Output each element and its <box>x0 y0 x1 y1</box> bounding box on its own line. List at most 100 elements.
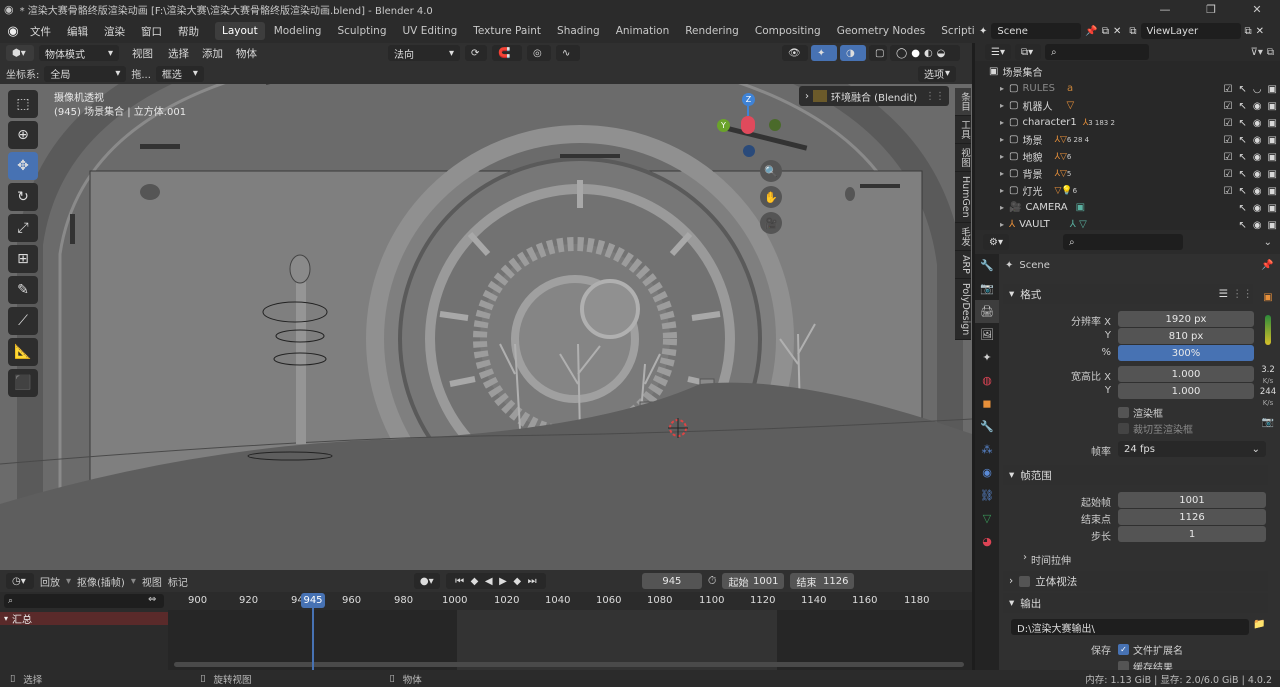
properties-editor-icon[interactable]: ⚙▾ <box>983 234 1009 250</box>
remove-scene-icon[interactable]: ✕ <box>1113 26 1121 37</box>
tab-arp[interactable]: ARP <box>955 251 971 279</box>
record-icon[interactable]: ●▾ <box>413 573 440 589</box>
outliner-root[interactable]: ▣ 场景集合 <box>975 63 1280 80</box>
file-extension-row[interactable]: ✓ 文件扩展名 <box>1118 642 1183 657</box>
tab-animation[interactable]: Animation <box>609 22 677 40</box>
tab-hair[interactable]: 毛发 <box>955 223 971 251</box>
options-dropdown[interactable]: 选项 ▾ <box>918 65 956 82</box>
tab-shading[interactable]: Shading <box>550 22 607 40</box>
wireframe-shading-icon[interactable]: ◯ <box>896 48 907 59</box>
jump-end-icon[interactable]: ⏭ <box>528 576 537 587</box>
playback-menu[interactable]: 回放 <box>40 574 60 589</box>
select-mode-dropdown[interactable]: 框选 ▾ <box>155 65 204 82</box>
environment-panel[interactable]: › 环境融合 (Blendit) ⋮⋮ <box>799 86 949 106</box>
cursor-tool-icon[interactable]: ⊕ <box>8 121 38 149</box>
close-button[interactable]: ✕ <box>1234 3 1280 16</box>
tab-tool[interactable]: 工具 <box>955 116 971 144</box>
xray-icon[interactable]: ▢ <box>869 45 887 61</box>
cache-result-row[interactable]: 缓存结果 <box>1118 659 1173 670</box>
select-cursor-icon[interactable]: ↖ <box>1238 169 1246 180</box>
solid-shading-icon[interactable]: ● <box>911 48 920 59</box>
checkbox-icon[interactable]: ☑ <box>1223 118 1232 129</box>
view-menu[interactable]: 视图 <box>124 46 161 61</box>
new-view-layer-icon[interactable]: ⧉ <box>1245 26 1252 37</box>
playhead-label[interactable]: 945 <box>301 593 325 608</box>
eye-icon[interactable]: ◉ <box>1253 118 1262 129</box>
world-tab-icon[interactable]: ◍ <box>975 369 999 392</box>
play-reverse-icon[interactable]: ◀ <box>485 576 493 587</box>
checkbox[interactable] <box>1118 661 1129 670</box>
eye-icon[interactable]: ◉ <box>1253 203 1262 214</box>
new-scene-icon[interactable]: ⧉ <box>1102 26 1109 37</box>
checkbox[interactable] <box>1118 407 1129 418</box>
select-cursor-icon[interactable]: ↖ <box>1238 203 1246 214</box>
visibility-icon[interactable]: 👁 <box>782 45 808 61</box>
render-camera-icon[interactable]: ▣ <box>1268 169 1277 180</box>
playhead-line[interactable] <box>312 608 314 670</box>
render-camera-icon[interactable]: ▣ <box>1268 135 1277 146</box>
fps-dropdown[interactable]: 24 fps ⌄ <box>1118 441 1266 457</box>
pin-icon[interactable]: 📌 <box>1261 260 1273 271</box>
overlay-toggle-icon[interactable]: ◑ <box>840 45 866 61</box>
material-tab-icon[interactable]: ◕ <box>975 530 999 553</box>
select-cursor-icon[interactable]: ↖ <box>1238 152 1246 163</box>
render-camera-icon[interactable]: ▣ <box>1268 84 1277 95</box>
new-collection-icon[interactable]: ⧉ <box>1267 47 1280 58</box>
aspect-x-field[interactable]: 1.000 <box>1118 366 1254 382</box>
expand-arrow-icon[interactable]: ▸ <box>995 135 1009 144</box>
select-cursor-icon[interactable]: ↖ <box>1238 101 1246 112</box>
summary-row[interactable]: ▾ 汇总 <box>0 612 168 626</box>
crop-region-row[interactable]: 裁切至渲染框 <box>1118 421 1193 436</box>
tool-tab-icon[interactable]: 🔧 <box>975 254 999 277</box>
object-tab-icon[interactable]: ◼ <box>975 392 999 415</box>
timeline-view-menu[interactable]: 视图 <box>142 574 162 589</box>
render-camera-icon[interactable]: ▣ <box>1268 101 1277 112</box>
keying-menu[interactable]: 抠像(插帧) <box>77 574 125 589</box>
rotate-tool-icon[interactable]: ↻ <box>8 183 38 211</box>
stereo-panel-header[interactable]: › 立体视法 <box>1003 571 1268 591</box>
drag-handle-icon[interactable]: ⋮⋮ <box>925 91 949 102</box>
marker-menu[interactable]: 标记 <box>168 574 188 589</box>
expand-arrow-icon[interactable]: ▸ <box>995 186 1009 195</box>
pin-icon[interactable]: 📌 <box>1085 26 1097 37</box>
jump-start-icon[interactable]: ⏮ <box>455 576 464 587</box>
time-stretch-subpanel[interactable]: › 时间拉伸 <box>1023 552 1071 567</box>
chevron-down-icon[interactable]: ⌄ <box>1264 237 1280 248</box>
gizmo-z-axis[interactable]: Z <box>742 93 755 106</box>
timeline-scrollbar[interactable] <box>174 662 964 667</box>
eye-icon[interactable]: ◉ <box>1253 169 1262 180</box>
scene-selector[interactable]: Scene <box>991 23 1082 39</box>
tab-sculpting[interactable]: Sculpting <box>330 22 393 40</box>
tab-view[interactable]: 视图 <box>955 144 971 172</box>
checkbox-checked[interactable]: ✓ <box>1118 644 1129 655</box>
expand-arrow-icon[interactable]: ▸ <box>995 169 1009 178</box>
editor-type-button[interactable]: ⬢▾ <box>6 45 34 61</box>
outliner-search[interactable]: ⌕ <box>1045 44 1149 60</box>
select-menu[interactable]: 选择 <box>166 46 191 61</box>
tab-texture-paint[interactable]: Texture Paint <box>466 22 548 40</box>
data-tab-icon[interactable]: ▽ <box>975 507 999 530</box>
prev-key-icon[interactable]: ◆ <box>471 576 479 587</box>
render-camera-icon[interactable]: ▣ <box>1268 152 1277 163</box>
menu-file[interactable]: 文件 <box>22 24 59 39</box>
collapse-icon[interactable]: ▾ <box>4 614 8 623</box>
constraints-tab-icon[interactable]: ⛓ <box>975 484 999 507</box>
remove-view-layer-icon[interactable]: ✕ <box>1256 26 1264 37</box>
frame-end-field[interactable]: 1126 <box>1118 509 1266 525</box>
frame-step-field[interactable]: 1 <box>1118 526 1266 542</box>
aspect-y-field[interactable]: 1.000 <box>1118 383 1254 399</box>
mode-dropdown[interactable]: 物体模式 ▾ <box>39 45 119 61</box>
maximize-button[interactable]: ❐ <box>1188 3 1234 16</box>
rendered-shading-icon[interactable]: ◒ <box>937 48 946 59</box>
particles-tab-icon[interactable]: ⁂ <box>975 438 999 461</box>
expand-arrow-icon[interactable]: ▸ <box>995 220 1009 229</box>
camera-small-icon[interactable]: 📷 <box>1262 417 1274 428</box>
transform-tool-icon[interactable]: ⊞ <box>8 245 38 273</box>
end-frame-field[interactable]: 结束 1126 <box>790 573 855 589</box>
render-camera-icon[interactable]: ▣ <box>1268 186 1277 197</box>
format-panel-header[interactable]: ▾ 格式 ☰ ⋮⋮ <box>1003 284 1253 304</box>
select-box-tool-icon[interactable]: ⬚ <box>8 90 38 118</box>
falloff-icon[interactable]: ∿ <box>556 45 580 61</box>
gizmo-neg-z[interactable] <box>743 145 755 157</box>
output-tab-icon[interactable]: 🖨 <box>975 300 999 323</box>
